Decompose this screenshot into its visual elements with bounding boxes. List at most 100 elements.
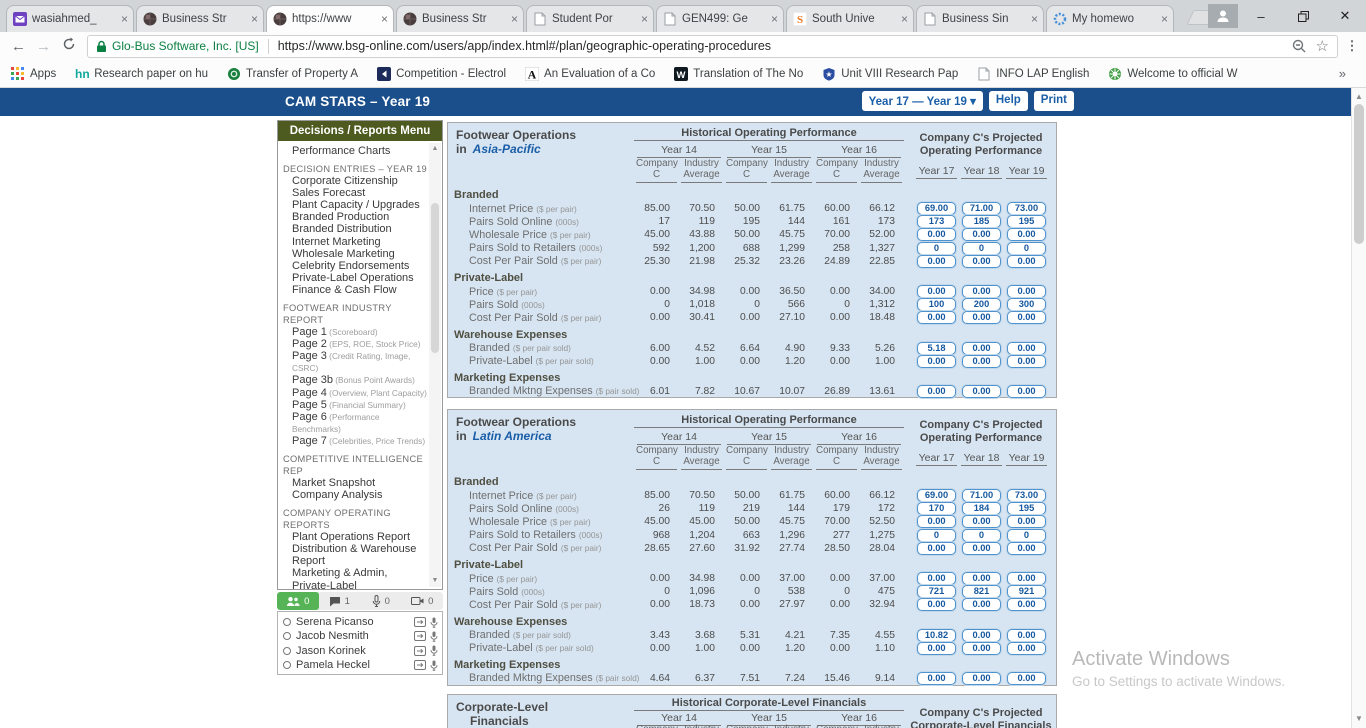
projection-input[interactable]: 300 xyxy=(1007,298,1046,311)
sidebar-menu-item[interactable]: Page 6 (Performance Benchmarks) xyxy=(283,411,428,435)
projection-input[interactable]: 0.00 xyxy=(962,515,1001,528)
scroll-down-icon[interactable]: ▼ xyxy=(1352,714,1366,724)
bookmark-item[interactable]: INFO LAP English xyxy=(976,66,1089,81)
year-range-button[interactable]: Year 17 — Year 19 ▾ xyxy=(862,91,983,111)
browser-tab[interactable]: Business Str× xyxy=(396,5,524,32)
sidebar-menu-item[interactable]: Performance Charts xyxy=(283,145,428,157)
sidebar-menu-item[interactable]: Page 3 (Credit Rating, Image, CSRC) xyxy=(283,350,428,374)
projection-input[interactable]: 0.00 xyxy=(962,255,1001,268)
projection-input[interactable]: 0.00 xyxy=(917,385,956,398)
participant-row[interactable]: Jason Korinek xyxy=(283,644,438,658)
page-scrollbar[interactable]: ▲ ▼ xyxy=(1351,88,1366,728)
projection-input[interactable]: 0.00 xyxy=(917,311,956,324)
projection-input[interactable]: 0.00 xyxy=(1007,385,1046,398)
browser-tab[interactable]: GEN499: Ge× xyxy=(656,5,784,32)
tab-close-icon[interactable]: × xyxy=(901,12,908,26)
projection-input[interactable]: 0.00 xyxy=(917,598,956,611)
projection-input[interactable]: 0.00 xyxy=(917,255,956,268)
projection-input[interactable]: 0 xyxy=(917,242,956,255)
browser-tab[interactable]: https://www× xyxy=(266,5,394,32)
chat-tab-people[interactable]: 0 xyxy=(277,592,319,610)
browser-tab[interactable]: Business Sin× xyxy=(916,5,1044,32)
scroll-thumb[interactable] xyxy=(431,203,439,353)
sidebar-menu-item[interactable]: Sales Forecast xyxy=(283,187,428,199)
projection-input[interactable]: 0.00 xyxy=(917,572,956,585)
projection-input[interactable]: 0.00 xyxy=(917,542,956,555)
projection-input[interactable]: 10.82 xyxy=(917,629,956,642)
projection-input[interactable]: 0.00 xyxy=(962,542,1001,555)
close-button[interactable]: ✕ xyxy=(1324,0,1366,32)
projection-input[interactable]: 0.00 xyxy=(1007,285,1046,298)
browser-tab[interactable]: My homewo× xyxy=(1046,5,1174,32)
scroll-up-icon[interactable]: ▲ xyxy=(1352,92,1366,102)
projection-input[interactable]: 0.00 xyxy=(962,642,1001,655)
chat-tab-microphone[interactable]: 0 xyxy=(360,592,402,610)
sidebar-menu-item[interactable]: Marketing & Admin, Private-Label xyxy=(283,567,428,589)
projection-input[interactable]: 0 xyxy=(917,529,956,542)
chat-tab-camera[interactable]: 0 xyxy=(402,592,444,610)
projection-input[interactable]: 0.00 xyxy=(1007,542,1046,555)
projection-input[interactable]: 0 xyxy=(962,529,1001,542)
scroll-thumb[interactable] xyxy=(1354,104,1364,244)
projection-input[interactable]: 0 xyxy=(1007,529,1046,542)
projection-input[interactable]: 73.00 xyxy=(1007,202,1046,215)
profile-button[interactable] xyxy=(1208,4,1238,28)
scroll-down-icon[interactable]: ▼ xyxy=(429,576,441,586)
address-bar[interactable]: Glo-Bus Software, Inc. [US] https://www.… xyxy=(87,35,1338,58)
projection-input[interactable]: 0 xyxy=(1007,242,1046,255)
browser-tab[interactable]: wasiahmed_× xyxy=(6,5,134,32)
sidebar-menu-item[interactable]: Finance & Cash Flow xyxy=(283,284,428,296)
sidebar-menu-item[interactable]: Branded Production xyxy=(283,211,428,223)
projection-input[interactable]: 0.00 xyxy=(1007,355,1046,368)
projection-input[interactable]: 100 xyxy=(917,298,956,311)
sidebar-menu-item[interactable]: Corporate Citizenship xyxy=(283,175,428,187)
browser-tab[interactable]: Business Str× xyxy=(136,5,264,32)
sidebar-menu-item[interactable]: Internet Marketing xyxy=(283,236,428,248)
bookmark-item[interactable]: hnResearch paper on hu xyxy=(74,66,208,81)
sidebar-menu-item[interactable]: Wholesale Marketing xyxy=(283,248,428,260)
projection-input[interactable]: 0.00 xyxy=(1007,598,1046,611)
projection-input[interactable]: 69.00 xyxy=(917,202,956,215)
sidebar-menu-item[interactable]: Page 1 (Scoreboard) xyxy=(283,326,428,338)
participant-row[interactable]: Serena Picanso xyxy=(283,615,438,629)
projection-input[interactable]: 0.00 xyxy=(962,342,1001,355)
participant-row[interactable]: Jacob Nesmith xyxy=(283,629,438,643)
participant-row[interactable]: Pamela Heckel xyxy=(283,658,438,672)
projection-input[interactable]: 0.00 xyxy=(962,572,1001,585)
bookmark-item[interactable]: AAn Evaluation of a Co xyxy=(524,66,655,81)
sidebar-menu-item[interactable]: Page 2 (EPS, ROE, Stock Price) xyxy=(283,338,428,350)
tab-close-icon[interactable]: × xyxy=(251,12,258,26)
sidebar-menu-item[interactable]: Plant Capacity / Upgrades xyxy=(283,199,428,211)
projection-input[interactable]: 0.00 xyxy=(1007,642,1046,655)
print-button[interactable]: Print xyxy=(1034,91,1074,111)
sidebar-menu-item[interactable]: Plant Operations Report xyxy=(283,531,428,543)
projection-input[interactable]: 0.00 xyxy=(1007,572,1046,585)
tab-close-icon[interactable]: × xyxy=(511,12,518,26)
bookmark-item[interactable]: Welcome to official W xyxy=(1107,66,1237,81)
projection-input[interactable]: 0.00 xyxy=(962,285,1001,298)
projection-input[interactable]: 200 xyxy=(962,298,1001,311)
sidebar-menu-item[interactable]: Page 4 (Overview, Plant Capacity) xyxy=(283,387,428,399)
help-button[interactable]: Help xyxy=(989,91,1028,111)
projection-input[interactable]: 0.00 xyxy=(1007,629,1046,642)
projection-input[interactable]: 0.00 xyxy=(917,642,956,655)
projection-input[interactable]: 0.00 xyxy=(962,629,1001,642)
projection-input[interactable]: 0.00 xyxy=(917,355,956,368)
bookmark-item[interactable]: WTranslation of The No xyxy=(673,66,803,81)
projection-input[interactable]: 0.00 xyxy=(917,515,956,528)
tab-close-icon[interactable]: × xyxy=(1031,12,1038,26)
zoom-out-icon[interactable] xyxy=(1292,39,1306,53)
forward-button[interactable]: → xyxy=(31,38,56,55)
sidebar-menu-item[interactable]: Page 7 (Celebrities, Price Trends) xyxy=(283,435,428,447)
projection-input[interactable]: 71.00 xyxy=(962,489,1001,502)
browser-menu-icon[interactable]: ⋮ xyxy=(1344,38,1360,54)
bookmark-item[interactable]: Competition - Electrol xyxy=(376,66,506,81)
projection-input[interactable]: 173 xyxy=(917,215,956,228)
projection-input[interactable]: 0.00 xyxy=(1007,515,1046,528)
projection-input[interactable]: 184 xyxy=(962,502,1001,515)
back-button[interactable]: ← xyxy=(6,38,31,55)
bookmarks-overflow-icon[interactable]: » xyxy=(1339,66,1356,81)
projection-input[interactable]: 0.00 xyxy=(962,672,1001,685)
projection-input[interactable]: 170 xyxy=(917,502,956,515)
bookmark-item[interactable]: Transfer of Property A xyxy=(226,66,358,81)
